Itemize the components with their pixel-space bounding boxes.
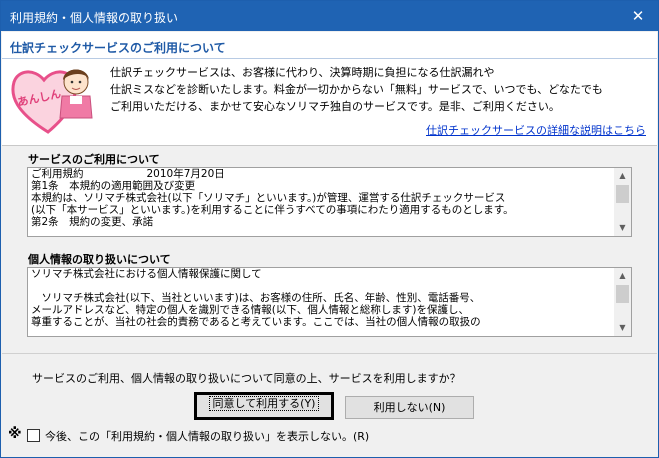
service-banner: 仕訳チェックサービスのご利用について あんしん 仕訳チェックサービスは、お客様に… [2, 32, 657, 145]
banner-line-3: ご利用いただける、まかせて安心なソリマチ独自のサービスです。是非、ご利用ください… [110, 100, 560, 113]
service-terms-scrollbar[interactable]: ▲ ▼ [614, 168, 631, 236]
privacy-line [31, 280, 613, 292]
window-title: 利用規約・個人情報の取り扱い [10, 11, 179, 25]
privacy-textbox[interactable]: ソリマチ株式会社における個人情報保護に関して ソリマチ株式会社(以下、当社といい… [27, 267, 632, 337]
service-terms-line: ご利用規約 2010年7月20日 [31, 168, 225, 180]
banner-divider [2, 58, 657, 59]
privacy-label: 個人情報の取り扱いについて [28, 253, 171, 266]
scroll-up-icon[interactable]: ▲ [614, 268, 631, 284]
banner-line-1: 仕訳チェックサービスは、お客様に代わり、決算時期に負担になる仕訳漏れや [110, 66, 495, 79]
service-terms-label: サービスのご利用について [28, 153, 160, 166]
service-terms-line: 本規約は、ソリマチ株式会社(以下「ソリマチ」といいます。)が管理、運営する仕訳チ… [31, 192, 506, 204]
privacy-scrollbar[interactable]: ▲ ▼ [614, 268, 631, 336]
close-icon[interactable]: ✕ [618, 1, 658, 31]
banner-heading: 仕訳チェックサービスのご利用について [10, 41, 226, 55]
banner-description: 仕訳チェックサービスは、お客様に代わり、決算時期に負担になる仕訳漏れや 仕訳ミス… [110, 64, 650, 115]
footer-separator [2, 353, 657, 354]
decline-button[interactable]: 利用しない(N) [345, 396, 474, 419]
scroll-thumb[interactable] [616, 285, 629, 303]
details-link[interactable]: 仕訳チェックサービスの詳細な説明はこちら [426, 122, 646, 138]
privacy-line: ソリマチ株式会社(以下、当社といいます)は、お客様の住所、氏名、年齢、性別、電話… [31, 292, 481, 304]
service-terms-content: ご利用規約 2010年7月20日 第1条 本規約の適用範囲及び変更 本規約は、ソ… [31, 168, 613, 228]
agree-button-label: 同意して利用する(Y) [208, 396, 320, 411]
service-terms-line: (以下「本サービス」といいます。)を利用することに伴うすべての事項にわたり適用す… [31, 204, 514, 216]
dialog-window: 利用規約・個人情報の取り扱い ✕ 仕訳チェックサービスのご利用について あんしん… [0, 0, 659, 458]
privacy-line: ソリマチ株式会社における個人情報保護に関して [31, 268, 262, 280]
mascot-illustration: あんしん [11, 69, 93, 134]
banner-separator [2, 145, 657, 146]
dont-show-label[interactable]: 今後、この「利用規約・個人情報の取り扱い」を表示しない。(R) [45, 428, 369, 444]
service-terms-line: 第2条 規約の変更、承諾 [31, 216, 154, 228]
privacy-content: ソリマチ株式会社における個人情報保護に関して ソリマチ株式会社(以下、当社といい… [31, 268, 613, 328]
dont-show-checkbox[interactable] [27, 429, 40, 442]
privacy-line: メールアドレスなど、特定の個人を識別できる情報(以下、個人情報と総称します)を保… [31, 304, 469, 316]
agree-button[interactable]: 同意して利用する(Y) [194, 392, 334, 420]
banner-line-2: 仕訳ミスなどを診断いたします。料金が一切かからない「無料」サービスで、いつでも、… [110, 83, 603, 96]
consent-question: サービスのご利用、個人情報の取り扱いについて同意の上、サービスを利用しますか？ [32, 372, 461, 385]
privacy-line: 尊重することが、当社の社会的責務であると考えています。ここでは、当社の個人情報の… [31, 316, 481, 328]
asterisk-mark: ※ [8, 426, 22, 442]
scroll-thumb[interactable] [616, 185, 629, 203]
decline-button-label: 利用しない(N) [373, 401, 446, 414]
scroll-up-icon[interactable]: ▲ [614, 168, 631, 184]
title-bar[interactable]: 利用規約・個人情報の取り扱い ✕ [1, 1, 658, 31]
service-terms-line: 第1条 本規約の適用範囲及び変更 [31, 180, 196, 192]
scroll-down-icon[interactable]: ▼ [614, 320, 631, 336]
service-terms-textbox[interactable]: ご利用規約 2010年7月20日 第1条 本規約の適用範囲及び変更 本規約は、ソ… [27, 167, 632, 237]
scroll-down-icon[interactable]: ▼ [614, 220, 631, 236]
